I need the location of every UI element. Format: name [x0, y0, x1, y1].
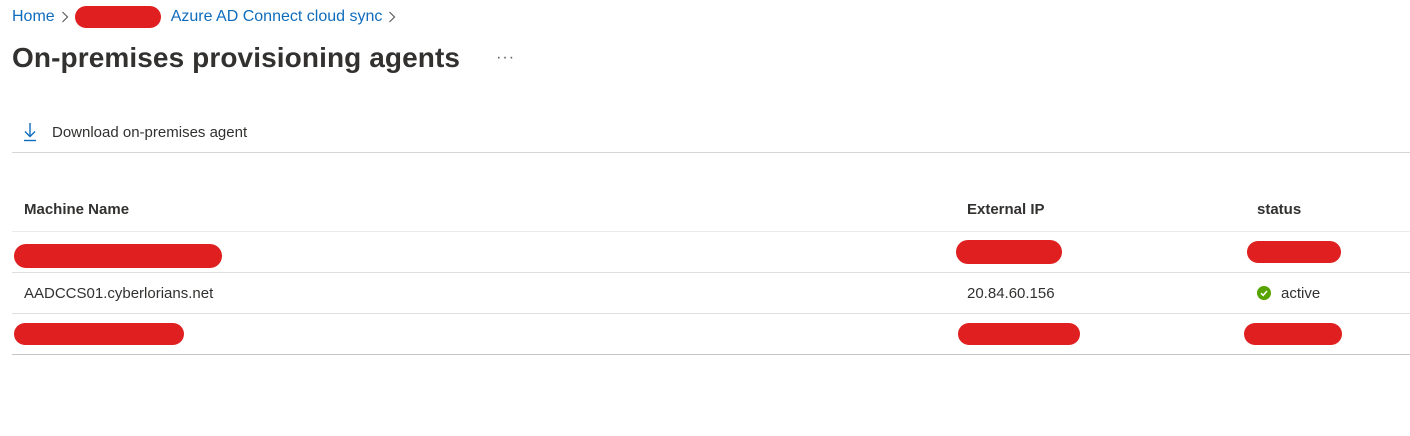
download-agent-button[interactable]: Download on-premises agent	[22, 120, 247, 144]
redacted-external-ip	[958, 314, 1080, 354]
chevron-right-icon	[61, 11, 69, 23]
column-header-machine-name[interactable]: Machine Name	[24, 188, 129, 231]
command-bar: Download on-premises agent	[12, 116, 1410, 153]
page: Home Azure AD Connect cloud sync On-prem…	[0, 0, 1410, 436]
redacted-status	[1247, 232, 1341, 272]
page-title: On-premises provisioning agents	[12, 42, 461, 73]
table-row[interactable]	[12, 232, 1410, 273]
chevron-right-icon	[388, 11, 396, 23]
redacted-machine-name	[14, 314, 184, 354]
redacted-status	[1244, 314, 1342, 354]
column-header-external-ip[interactable]: External IP	[967, 188, 1045, 231]
breadcrumb-home-link[interactable]: Home	[12, 8, 55, 26]
external-ip-cell: 20.84.60.156	[967, 284, 1055, 302]
table-row[interactable]	[12, 314, 1410, 355]
breadcrumb-redacted-item[interactable]	[74, 6, 161, 28]
agents-table: Machine Name External IP status AADCCS01…	[12, 188, 1410, 355]
redacted-external-ip	[956, 232, 1062, 272]
table-header-row: Machine Name External IP status	[12, 188, 1410, 232]
status-label: active	[1281, 284, 1321, 302]
machine-name-cell: AADCCS01.cyberlorians.net	[24, 284, 214, 302]
title-row: On-premises provisioning agents ···	[12, 38, 519, 78]
status-cell: active	[1257, 273, 1320, 313]
table-row[interactable]: AADCCS01.cyberlorians.net 20.84.60.156 a…	[12, 273, 1410, 314]
breadcrumb-sync-link[interactable]: Azure AD Connect cloud sync	[171, 8, 383, 26]
column-header-status[interactable]: status	[1257, 188, 1301, 231]
check-circle-icon	[1257, 286, 1271, 300]
breadcrumb: Home Azure AD Connect cloud sync	[12, 6, 400, 28]
redacted-machine-name	[14, 232, 222, 272]
download-arrow-icon	[22, 121, 40, 143]
download-agent-label: Download on-premises agent	[52, 123, 248, 141]
more-options-button[interactable]: ···	[492, 47, 519, 69]
